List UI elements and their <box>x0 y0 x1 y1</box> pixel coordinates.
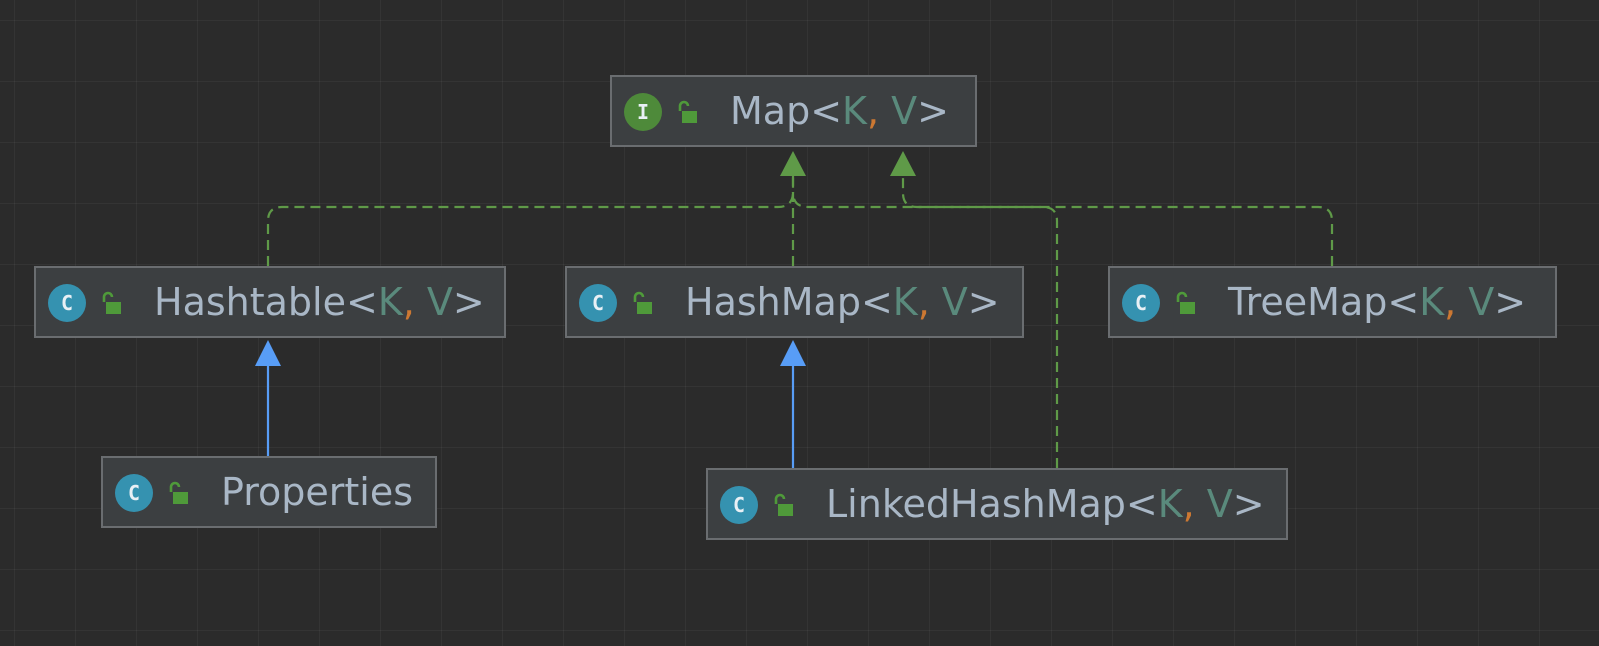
type-param-v: V <box>941 280 968 324</box>
diagram-canvas: I Map < K, V > C Hashtable < K, V > C HashMap < K,… <box>0 0 1599 646</box>
generic-open: < <box>346 280 378 324</box>
node-linkedhashmap-label: LinkedHashMap < K, V > <box>826 470 1265 538</box>
generic-close: > <box>452 280 485 324</box>
node-map-label: Map < K, V > <box>730 77 949 145</box>
node-treemap-label: TreeMap < K, V > <box>1228 268 1526 336</box>
type-param-k: K <box>377 280 403 324</box>
type-param-v: V <box>1468 280 1495 324</box>
edge-treemap-implements-map <box>901 176 1334 266</box>
node-properties[interactable]: C Properties <box>101 456 437 528</box>
edge-hashtable-implements-map <box>266 176 795 266</box>
public-lock-open-icon <box>102 291 121 314</box>
generic-open: < <box>1125 482 1158 526</box>
type-param-comma: , <box>402 280 415 324</box>
public-lock-open-icon <box>774 493 793 516</box>
type-param-comma: , <box>1444 280 1457 324</box>
generic-open: < <box>1387 280 1420 324</box>
class-c-icon: C <box>48 284 86 322</box>
node-hashtable[interactable]: C Hashtable < K, V > <box>34 266 506 338</box>
type-param-comma: , <box>917 280 930 324</box>
public-lock-open-icon <box>169 481 188 504</box>
class-name: HashMap <box>685 280 861 324</box>
generic-open: < <box>860 280 893 324</box>
class-name: TreeMap <box>1228 280 1388 324</box>
generic-open: < <box>810 89 843 133</box>
type-param-k: K <box>842 89 867 133</box>
implements-arrowhead-left <box>780 151 806 176</box>
implements-arrowhead-right <box>890 151 916 176</box>
generic-close: > <box>1494 280 1527 324</box>
class-c-icon: C <box>720 486 758 524</box>
class-name: LinkedHashMap <box>826 482 1126 526</box>
public-lock-open-icon <box>678 100 697 123</box>
node-hashmap[interactable]: C HashMap < K, V > <box>565 266 1024 338</box>
generic-close: > <box>967 280 1000 324</box>
type-param-v: V <box>426 280 453 324</box>
extends-arrowhead-hashmap <box>780 340 806 366</box>
type-param-k: K <box>892 280 918 324</box>
node-treemap[interactable]: C TreeMap < K, V > <box>1108 266 1557 338</box>
node-hashtable-label: Hashtable < K, V > <box>154 268 485 336</box>
class-c-icon: C <box>1122 284 1160 322</box>
type-param-v: V <box>891 89 918 133</box>
node-linkedhashmap[interactable]: C LinkedHashMap < K, V > <box>706 468 1288 540</box>
class-c-icon: C <box>579 284 617 322</box>
public-lock-open-icon <box>1176 291 1195 314</box>
extends-arrowhead-hashtable <box>255 340 281 366</box>
public-lock-open-icon <box>633 291 652 314</box>
node-hashmap-label: HashMap < K, V > <box>685 268 1000 336</box>
class-name: Properties <box>221 470 414 514</box>
class-name: Map <box>730 89 811 133</box>
type-param-k: K <box>1419 280 1445 324</box>
interface-i-icon: I <box>624 93 662 131</box>
generic-close: > <box>917 89 949 133</box>
type-param-comma: , <box>866 89 880 133</box>
type-param-comma: , <box>1182 482 1195 526</box>
generic-close: > <box>1232 482 1265 526</box>
type-param-v: V <box>1206 482 1233 526</box>
node-map[interactable]: I Map < K, V > <box>610 75 977 147</box>
class-name: Hashtable <box>154 280 346 324</box>
node-properties-label: Properties <box>221 458 413 526</box>
type-param-k: K <box>1157 482 1183 526</box>
class-c-icon: C <box>115 474 153 512</box>
